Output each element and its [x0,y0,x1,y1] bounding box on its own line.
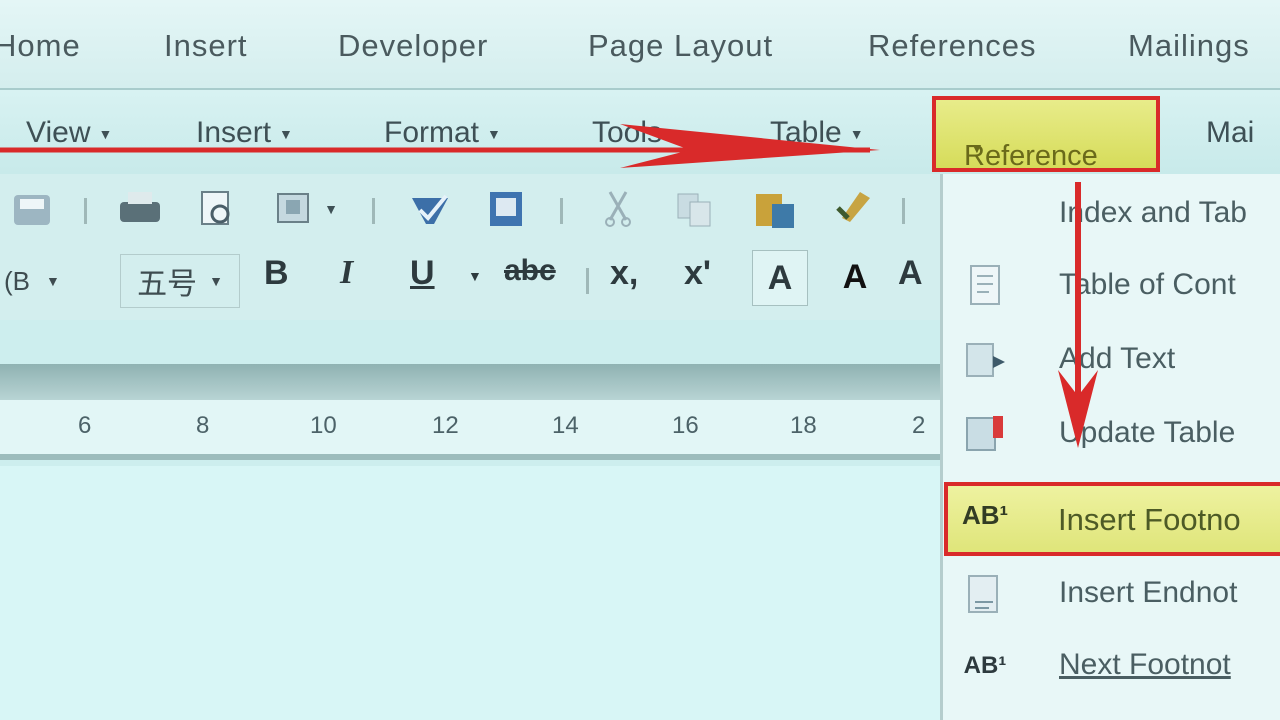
tab-mailings[interactable]: Mailings [1128,28,1250,64]
update-table-icon [963,412,1007,456]
menu-item-table-of-contents[interactable]: Table of Cont [943,250,1280,320]
ruler-bar [0,364,940,400]
font-size-dropdown[interactable]: 五号 ▼ [120,254,240,308]
research-icon[interactable] [270,186,318,232]
style-value: (B [4,265,30,296]
menu-insert[interactable]: Insert ▼ [196,116,293,150]
menu-item-label: Next Footnot [1059,648,1231,681]
menu-reference[interactable]: Reference ▼ [932,96,1160,172]
document-area[interactable] [0,466,940,720]
toolbar-separator [586,268,589,294]
menu-view-label: View [26,116,91,149]
menu-view[interactable]: View ▼ [26,116,112,150]
superscript-button[interactable]: x' [684,254,711,293]
chevron-down-icon: ▼ [46,273,60,289]
ruler-number: 14 [552,412,579,439]
ruler-number: 10 [310,412,337,439]
menu-item-next-footnote[interactable]: AB¹ Next Footnot [943,630,1280,700]
menu-tools[interactable]: Tools ▼ [592,116,684,150]
chevron-down-icon: ▼ [209,273,223,289]
ribbon-tab-bar: Home Insert Developer Page Layout Refere… [0,0,1280,90]
chevron-down-icon[interactable]: ▼ [316,186,346,232]
highlight-button[interactable]: A [830,250,880,304]
menu-item-index-and-tables[interactable]: Index and Tab [943,178,1280,248]
add-text-icon [963,338,1007,382]
bold-button[interactable]: B [264,254,289,293]
menu-item-label: Add Text [1059,342,1176,375]
research-book-icon[interactable] [482,186,530,232]
horizontal-ruler[interactable]: 6 8 10 12 14 16 18 2 [0,400,940,460]
chevron-down-icon: ▼ [670,126,684,143]
print-icon[interactable] [116,186,164,232]
strikethrough-button[interactable]: abc [504,254,556,288]
ruler-number: 16 [672,412,699,439]
italic-button[interactable]: I [340,254,353,292]
toolbar-separator [902,198,905,224]
print-preview-icon[interactable] [192,186,240,232]
font-color-button[interactable]: A [752,250,808,306]
ruler-number: 2 [912,412,926,439]
menu-item-add-text[interactable]: Add Text [943,324,1280,394]
tab-developer[interactable]: Developer [338,28,488,64]
paste-icon[interactable] [750,186,798,232]
menu-table-label: Table [770,116,842,149]
style-dropdown[interactable]: (B ▼ [0,256,102,306]
chevron-down-icon: ▼ [487,126,501,143]
toolbar-separator [560,198,563,224]
menu-tools-label: Tools [592,116,663,149]
menu-format-label: Format [384,116,480,149]
chevron-down-icon: ▼ [849,126,864,143]
toolbar-separator [372,198,375,224]
subscript-button[interactable]: x, [610,254,638,293]
ruler-number: 12 [432,412,459,439]
menu-item-insert-endnote[interactable]: Insert Endnot [943,558,1280,628]
standard-toolbar: ▼ [0,174,940,244]
menu-item-label: Insert Endnot [1059,576,1238,609]
formatting-toolbar: (B ▼ 五号 ▼ B I U ▼ abc x, x' A A A [0,244,940,320]
next-footnote-icon: AB¹ [963,652,1007,679]
menu-item-label: Index and Tab [1059,196,1247,229]
font-size-value: 五号 [137,268,198,301]
menu-item-update-table[interactable]: Update Table [943,398,1280,468]
toc-icon [963,264,1007,308]
copy-icon[interactable] [670,186,718,232]
reference-dropdown-menu: Index and Tab Table of Cont Add Text Upd… [940,174,1280,720]
chevron-down-icon[interactable]: ▼ [468,268,482,284]
toolbar-separator [84,198,87,224]
menu-reference-label: Reference [964,140,1098,172]
format-painter-icon[interactable] [828,186,876,232]
save-icon[interactable] [8,186,56,232]
menu-item-label: Table of Cont [1059,268,1236,301]
spelling-icon[interactable] [406,186,454,232]
menu-item-label: Update Table [1059,416,1236,449]
ruler-number: 18 [790,412,817,439]
cut-icon[interactable] [594,186,642,232]
ruler-number: 6 [78,412,92,439]
menu-item-insert-footnote[interactable]: AB¹ Insert Footno [944,482,1280,556]
menu-mailings[interactable]: Mai [1206,116,1254,150]
footnote-icon: AB¹ [962,500,1009,530]
menu-insert-label: Insert [196,116,272,149]
menu-item-label: Insert Footno [1058,502,1241,537]
character-scale-button[interactable]: A [898,254,923,293]
underline-button[interactable]: U [410,254,435,293]
menu-table[interactable]: Table ▼ [770,116,864,150]
menu-format[interactable]: Format ▼ [384,116,501,150]
tab-home[interactable]: Home [0,28,81,64]
chevron-down-icon: ▼ [98,126,113,143]
ruler-number: 8 [196,412,210,439]
tab-references[interactable]: References [868,28,1037,64]
chevron-down-icon: ▼ [279,126,293,143]
chevron-down-icon: ▼ [970,140,984,156]
tab-insert[interactable]: Insert [164,28,248,64]
tab-page-layout[interactable]: Page Layout [588,28,773,64]
endnote-icon [963,572,1007,616]
